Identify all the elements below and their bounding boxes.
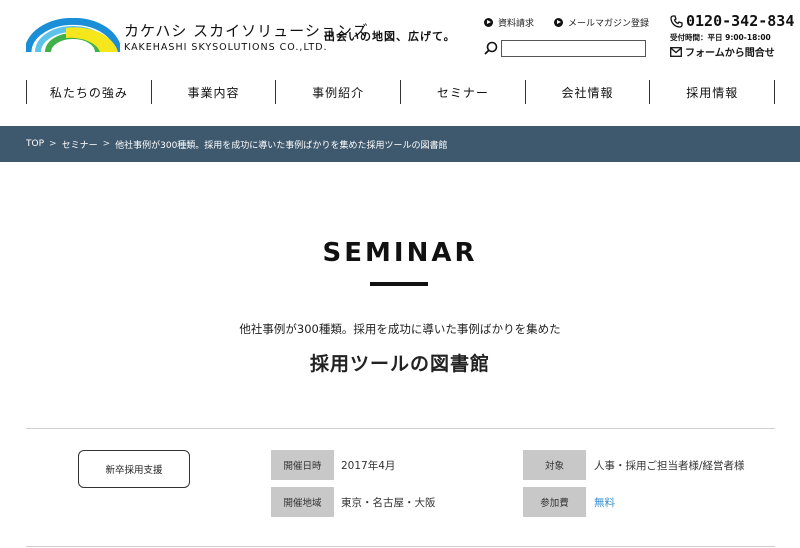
phone-number[interactable]: 0120-342-834 bbox=[670, 12, 794, 30]
divider bbox=[26, 428, 775, 429]
area-value: 東京・名古屋・大阪 bbox=[341, 496, 436, 509]
arrow-circle-icon bbox=[484, 18, 493, 27]
seminar-subtitle: 他社事例が300種類。採用を成功に導いた事例ばかりを集めた bbox=[239, 322, 561, 336]
fee-label: 参加費 bbox=[523, 487, 586, 517]
breadcrumb-current: 他社事例が300種類。採用を成功に導いた事例ばかりを集めた採用ツールの図書館 bbox=[115, 140, 448, 151]
arrow-circle-icon bbox=[554, 18, 563, 27]
breadcrumb: TOP > セミナー > 他社事例が300種類。採用を成功に導いた事例ばかりを集… bbox=[0, 126, 800, 162]
nav-item-business[interactable]: 事業内容 bbox=[150, 80, 276, 104]
phone-icon bbox=[670, 14, 683, 28]
contact-form-label: フォームから問合せ bbox=[685, 48, 775, 59]
nav-item-cases[interactable]: 事例紹介 bbox=[275, 80, 400, 104]
phone-number-text: 0120-342-834 bbox=[686, 12, 795, 30]
mail-icon bbox=[670, 46, 682, 57]
newsletter-label: メールマガジン登録 bbox=[568, 19, 650, 29]
nav-item-seminar[interactable]: セミナー bbox=[400, 80, 525, 104]
business-hours: 受付時間：平日 9:00-18:00 bbox=[670, 33, 771, 42]
company-logo[interactable] bbox=[26, 18, 120, 56]
category-tag-button[interactable]: 新卒採用支援 bbox=[78, 450, 190, 488]
breadcrumb-top[interactable]: TOP bbox=[26, 139, 44, 149]
breadcrumb-separator: > bbox=[102, 139, 111, 149]
nav-item-recruit[interactable]: 採用情報 bbox=[649, 80, 776, 104]
date-label: 開催日時 bbox=[271, 450, 334, 480]
seminar-title: 採用ツールの図書館 bbox=[309, 353, 490, 375]
contact-form-link[interactable]: フォームから問合せ bbox=[670, 44, 775, 59]
request-docs-link[interactable]: 資料請求 bbox=[484, 16, 534, 29]
area-label: 開催地域 bbox=[271, 487, 334, 517]
company-name-en: KAKEHASHI SKYSOLUTIONS CO.,LTD. bbox=[124, 42, 328, 53]
section-title: SEMINAR bbox=[322, 238, 478, 268]
nav-item-strengths[interactable]: 私たちの強み bbox=[26, 80, 151, 104]
breadcrumb-seminar[interactable]: セミナー bbox=[62, 138, 98, 151]
nav-item-company[interactable]: 会社情報 bbox=[524, 80, 650, 104]
date-value: 2017年4月 bbox=[341, 459, 396, 472]
target-value: 人事・採用ご担当者様/経営者様 bbox=[594, 459, 745, 472]
divider bbox=[26, 546, 775, 547]
main-nav: 私たちの強み 事業内容 事例紹介 セミナー 会社情報 採用情報 bbox=[26, 80, 776, 104]
search-input[interactable] bbox=[501, 40, 646, 57]
tagline: 出会いの地図、広げて。 bbox=[324, 30, 456, 43]
newsletter-link[interactable]: メールマガジン登録 bbox=[554, 16, 649, 29]
title-underline bbox=[370, 282, 428, 286]
search-icon[interactable] bbox=[484, 41, 498, 55]
fee-value[interactable]: 無料 bbox=[594, 487, 615, 517]
breadcrumb-separator: > bbox=[49, 139, 57, 149]
request-docs-label: 資料請求 bbox=[498, 19, 535, 29]
target-label: 対象 bbox=[523, 450, 586, 480]
